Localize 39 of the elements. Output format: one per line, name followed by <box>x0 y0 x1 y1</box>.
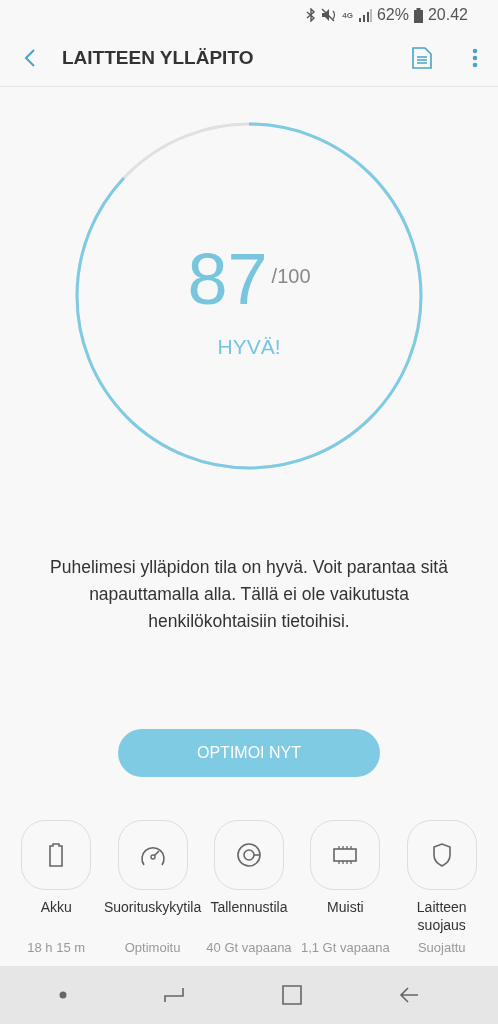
score-rating: HYVÄ! <box>217 335 281 359</box>
score-value: 87 <box>187 243 268 315</box>
category-button[interactable] <box>21 820 92 890</box>
category-label: Tallennustila <box>210 898 288 917</box>
category-status: Suojattu <box>417 940 466 955</box>
category-button[interactable] <box>117 820 188 890</box>
page-title: LAITTEEN YLLÄPITO <box>62 47 255 69</box>
category-status: 40 Gt vapaana <box>206 940 292 955</box>
back-icon[interactable] <box>24 48 36 68</box>
category-status: 18 h 15 m <box>27 940 86 955</box>
category-label: Muisti <box>327 898 364 917</box>
home-icon[interactable] <box>281 985 302 1005</box>
signal-icon <box>357 8 372 22</box>
battery-level: 62% <box>376 6 409 24</box>
score-max: /100 <box>271 265 311 288</box>
disc-icon <box>235 842 262 868</box>
category-label: Akku <box>40 898 72 917</box>
category-label: Laitteen suojaus <box>415 898 468 935</box>
battery-icon <box>48 843 65 867</box>
shield-icon <box>431 843 452 867</box>
clock: 20.42 <box>427 6 468 24</box>
category-status: 1,1 Gt vapaana <box>300 940 390 955</box>
chip-icon <box>333 845 358 865</box>
recent-apps-icon[interactable] <box>164 987 185 1003</box>
network-type: 4G <box>342 10 353 20</box>
category-button[interactable] <box>213 820 284 890</box>
status-description: Puhelimesi ylläpidon tila on hyvä. Voit parantaa sitä napauttamalla alla. Tällä ei ole vaikutusta henkilökohtaisiin tietoihisi. <box>49 556 449 633</box>
category-status: Optimoitu <box>124 940 181 955</box>
mute-icon <box>321 8 338 22</box>
dot-icon[interactable] <box>58 991 67 999</box>
more-icon[interactable] <box>472 48 478 68</box>
document-icon[interactable] <box>412 47 432 69</box>
category-button[interactable] <box>310 820 381 890</box>
optimize-button[interactable]: OPTIMOI NYT <box>118 729 380 777</box>
battery-icon <box>413 7 423 23</box>
category-button[interactable] <box>406 820 477 890</box>
bluetooth-icon <box>306 8 317 22</box>
category-label: Suorituskykytila <box>103 898 202 917</box>
back-icon[interactable] <box>399 987 420 1003</box>
